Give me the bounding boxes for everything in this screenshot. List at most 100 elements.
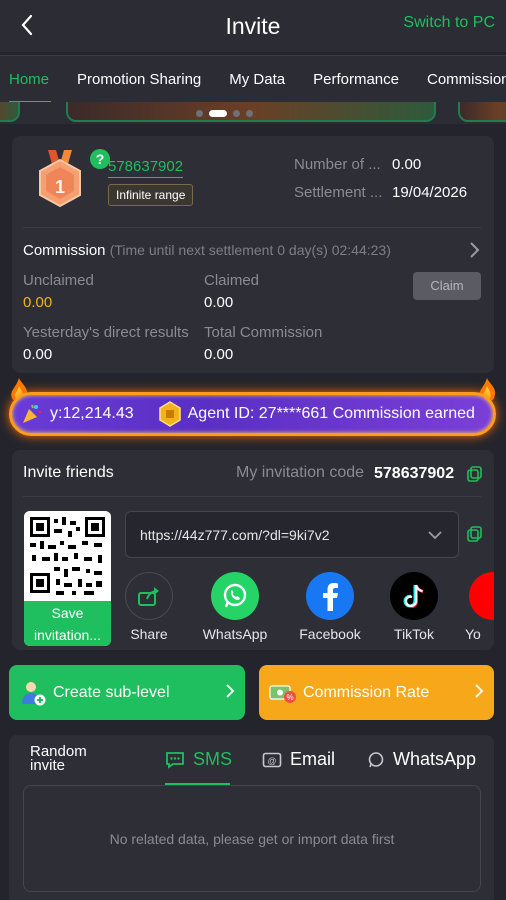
tiktok-label: TikTok: [394, 626, 434, 642]
unclaimed-value: 0.00: [23, 294, 53, 311]
money-percent-icon: %: [269, 684, 296, 703]
claimed-label: Claimed: [204, 272, 260, 289]
switch-to-pc-link[interactable]: Switch to PC: [403, 14, 495, 32]
facebook-label: Facebook: [299, 626, 361, 642]
marquee-content: y:12,214.43 Agent ID: 27****661 Commissi…: [20, 401, 475, 427]
carousel-dot-active[interactable]: [209, 110, 227, 117]
youtube-label: Yo: [465, 626, 481, 642]
share-label: Share: [130, 626, 168, 642]
commission-rate-button[interactable]: % Commission Rate: [259, 665, 494, 720]
chevron-right-icon: [226, 684, 235, 698]
commission-title: Commission: [23, 242, 106, 259]
banner-slide-prev[interactable]: [0, 102, 20, 122]
unclaimed-label: Unclaimed: [23, 272, 94, 289]
carousel-dot[interactable]: [246, 110, 253, 117]
page-title: Invite: [225, 12, 281, 39]
chevron-right-icon: [470, 242, 480, 258]
total-commission-value: 0.00: [204, 346, 234, 363]
commission-marquee: y:12,214.43 Agent ID: 27****661 Commissi…: [0, 376, 506, 446]
top-header: Invite Switch to PC: [0, 0, 506, 52]
chevron-left-icon: [21, 14, 33, 36]
copy-link-icon[interactable]: [467, 526, 483, 542]
share-youtube[interactable]: Yo: [461, 572, 494, 642]
tab-commission[interactable]: Commission: [413, 56, 506, 102]
invite-friends-card: Invite friends My invitation code 578637…: [12, 450, 494, 650]
share-facebook[interactable]: Facebook: [294, 572, 366, 642]
number-value: 0.00: [392, 156, 422, 173]
tab-home[interactable]: Home: [0, 56, 63, 102]
tab-email[interactable]: @ Email: [262, 749, 335, 770]
chevron-right-icon: [475, 684, 484, 698]
main-tabs: Home Promotion Sharing My Data Performan…: [0, 55, 506, 102]
invitation-code-label: My invitation code: [236, 464, 365, 481]
carousel-dot[interactable]: [233, 110, 240, 117]
copy-icon[interactable]: [467, 466, 483, 482]
marquee-banner: y:12,214.43 Agent ID: 27****661 Commissi…: [9, 392, 496, 436]
carousel-dot[interactable]: [196, 110, 203, 117]
tab-email-label: Email: [290, 749, 336, 769]
banner-slide-next[interactable]: [458, 102, 506, 122]
tab-whatsapp[interactable]: WhatsApp: [367, 749, 476, 770]
tab-whatsapp-label: WhatsApp: [393, 749, 477, 769]
invite-title: Invite friends: [23, 464, 114, 481]
yesterday-value: 0.00: [23, 346, 53, 363]
share-icon: [125, 572, 173, 620]
create-sub-level-label: Create sub-level: [53, 683, 170, 701]
total-commission-label: Total Commission: [204, 324, 323, 341]
divider: [23, 496, 481, 497]
settlement-value: 19/04/2026: [392, 184, 468, 201]
tab-sms-label: SMS: [193, 749, 233, 769]
whatsapp-icon: [368, 751, 384, 767]
party-popper-icon: [23, 404, 42, 423]
chevron-down-icon: [428, 531, 442, 540]
claim-button[interactable]: Claim: [413, 272, 481, 300]
tab-my-data[interactable]: My Data: [215, 56, 299, 102]
tiktok-icon: [390, 572, 438, 620]
yesterday-label: Yesterday's direct results: [23, 324, 189, 341]
back-button[interactable]: [12, 10, 42, 40]
divider: [23, 227, 481, 228]
whatsapp-icon: [211, 572, 259, 620]
qr-code-card[interactable]: Save invitation...: [24, 511, 111, 646]
tab-performance[interactable]: Performance: [299, 56, 413, 102]
svg-text:%: %: [286, 693, 293, 702]
random-invite-title: Random invite: [30, 743, 87, 774]
share-button[interactable]: Share: [120, 572, 178, 642]
random-invite-card: Random invite SMS @ Email WhatsApp No re…: [9, 735, 494, 900]
qr-code-icon: [24, 511, 111, 601]
help-icon[interactable]: ?: [90, 149, 110, 169]
invitation-code-value: 578637902: [374, 465, 455, 482]
sms-icon: [166, 751, 184, 769]
settlement-label: Settlement ...: [294, 184, 383, 201]
empty-state-text: No related data, please get or import da…: [109, 831, 395, 847]
level-medal-icon: 1: [34, 150, 86, 210]
invite-link-value: https://44z777.com/?dl=9ki7v2: [140, 527, 330, 543]
agent-summary-card: 1 ? 578637902 Infinite range Number of .…: [12, 136, 494, 373]
marquee-amount: y:12,214.43: [50, 405, 134, 422]
save-invitation-button[interactable]: Save invitation...: [24, 601, 111, 646]
add-user-icon: [22, 681, 46, 705]
create-sub-level-button[interactable]: Create sub-level: [9, 665, 245, 720]
empty-state-box: No related data, please get or import da…: [23, 785, 481, 892]
share-whatsapp[interactable]: WhatsApp: [198, 572, 272, 642]
agent-id[interactable]: 578637902: [108, 158, 184, 178]
tab-promotion-sharing[interactable]: Promotion Sharing: [63, 56, 215, 102]
marquee-agent-text: Agent ID: 27****661 Commission earned: [187, 405, 475, 422]
agent-badge-icon: [158, 401, 181, 427]
commission-heading: Commission (Time until next settlement 0…: [23, 242, 391, 259]
banner-carousel[interactable]: [0, 102, 506, 124]
commission-countdown: (Time until next settlement 0 day(s) 02:…: [109, 242, 391, 258]
whatsapp-label: WhatsApp: [202, 626, 268, 642]
invite-link-select[interactable]: https://44z777.com/?dl=9ki7v2: [125, 511, 459, 558]
number-label: Number of ...: [294, 156, 381, 173]
svg-text:@: @: [267, 756, 276, 766]
email-icon: @: [262, 752, 282, 767]
carousel-dots: [196, 110, 253, 117]
facebook-icon: [306, 572, 354, 620]
share-tiktok[interactable]: TikTok: [385, 572, 443, 642]
tab-sms[interactable]: SMS: [165, 749, 232, 770]
youtube-icon: [469, 572, 494, 620]
range-badge: Infinite range: [108, 184, 194, 206]
level-number: 1: [54, 177, 65, 197]
commission-details-button[interactable]: [468, 241, 480, 264]
